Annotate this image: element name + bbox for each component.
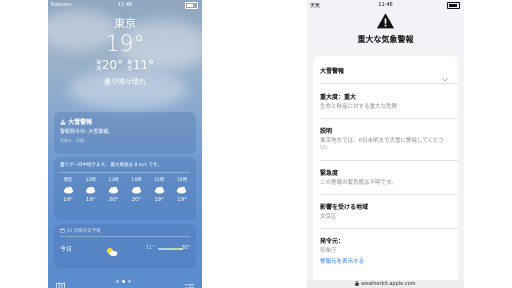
status-time: 11:46 — [117, 2, 133, 8]
hourly-summary: 曇りが一日中続きます。 最大風速は 8 m/s です。 — [60, 163, 162, 168]
urgency-text: この警報の緊急度は不明です。 — [320, 180, 397, 186]
severe-weather-alert-card[interactable]: 大雪警報 警報発令中: 大雪警報。 気象庁 · 詳細 — [54, 112, 196, 154]
divider — [60, 236, 190, 237]
status-bar: Rakuten 11:46 — [48, 1, 202, 10]
description-text: 東京地方では、6日未明まで大雪に警戒してください。 — [320, 138, 445, 151]
ten-day-forecast-card[interactable]: 10 日間天気予報 今日 11° 20° — [54, 224, 196, 268]
hourly-item: 16時 19° — [172, 177, 192, 203]
hourly-temperature: 19° — [154, 197, 165, 203]
hourly-item: 13時 20° — [104, 177, 124, 203]
url-bar[interactable]: weatherkit.apple.com — [307, 280, 464, 288]
forecast-high: 20° — [181, 245, 190, 251]
severity-row: 重大度：重大 生命と財産に対する重大な危険 — [320, 92, 451, 111]
alert-detail-screen: 天気 11:46 重大な気象警報 大雪警報 重大度：重大 生命と財産に対する重大… — [307, 0, 464, 288]
hourly-forecast-card[interactable]: 曇りが一日中続きます。 最大風速は 8 m/s です。 現在 19° 12時 19° 1… — [54, 157, 196, 220]
issuer-row: 発令元： 気象庁 警報元を表示する — [320, 236, 451, 265]
urgency-label: 緊急度 — [320, 170, 339, 177]
map-icon[interactable] — [56, 276, 65, 288]
alert-details-card: 大雪警報 重大度：重大 生命と財産に対する重大な危険 説明 東京地方では、6日未… — [313, 56, 458, 282]
lock-icon — [355, 281, 360, 286]
battery-icon — [447, 2, 460, 9]
cloud-icon — [172, 183, 192, 197]
battery-icon — [185, 2, 198, 9]
status-bar: 天気 11:46 — [307, 1, 464, 10]
forecast-header-text: 10 日間天気予報 — [66, 229, 101, 234]
partly-cloudy-icon — [106, 242, 118, 261]
cloud-icon — [104, 183, 124, 197]
alert-name: 大雪警報 — [320, 68, 345, 75]
issuer-text: 気象庁 — [320, 248, 337, 254]
forecast-row-today[interactable]: 今日 11° 20° — [60, 242, 190, 257]
page-dot — [128, 280, 131, 283]
page-indicator[interactable] — [116, 280, 131, 283]
divider — [320, 83, 458, 84]
list-icon[interactable] — [185, 277, 194, 288]
affected-area-label: 影響を受ける地域 — [320, 204, 369, 211]
status-time: 11:46 — [378, 2, 393, 8]
page-title: 重大な気象警報 — [357, 35, 414, 44]
hourly-temperature: 19° — [63, 197, 73, 203]
current-temperature: 19° — [105, 32, 145, 57]
high-temperature: 20° — [101, 58, 124, 72]
divider — [320, 194, 458, 195]
cloud-icon — [149, 183, 169, 197]
hourly-item: 15時 19° — [149, 177, 169, 203]
cloud-decoration — [68, 70, 188, 110]
high-low-temperatures: 最高20° 最低11° — [48, 58, 202, 72]
urgency-row: 緊急度 この警報の緊急度は不明です。 — [320, 168, 451, 187]
severity-label: 重大度：重大 — [320, 94, 357, 101]
warning-icon — [60, 119, 66, 125]
forecast-header: 10 日間天気予報 — [60, 228, 101, 234]
bottom-toolbar — [48, 274, 202, 288]
low-temperature: 11° — [132, 58, 155, 72]
temperature-range-bar — [158, 248, 183, 250]
hourly-item: 12時 19° — [81, 177, 101, 203]
hourly-temperature: 19° — [85, 197, 96, 203]
url-text: weatherkit.apple.com — [361, 281, 416, 287]
divider — [320, 160, 458, 161]
description-label: 説明 — [320, 128, 333, 135]
page-dot-active — [122, 280, 125, 283]
hourly-item: 14時 20° — [126, 177, 146, 203]
affected-area-row: 影響を受ける地域 文京区 — [320, 202, 451, 221]
divider — [320, 118, 458, 119]
severity-text: 生命と財産に対する重大な危険 — [320, 104, 398, 110]
hourly-item: 現在 19° — [58, 177, 78, 203]
hourly-temperature: 20° — [131, 197, 142, 203]
weather-app-screen: Rakuten 11:46 東京 19° 最高20° 最低11° 曇り時々晴れ … — [48, 0, 202, 288]
issuer-label: 発令元： — [320, 238, 345, 245]
cloud-icon — [126, 183, 146, 197]
weather-condition: 曇り時々晴れ — [104, 78, 146, 86]
cloud-icon — [81, 183, 101, 197]
alert-description: 警報発令中: 大雪警報。 — [60, 129, 114, 135]
calendar-icon — [60, 228, 65, 233]
cloud-icon — [58, 183, 78, 197]
hourly-temperature: 20° — [108, 197, 119, 203]
forecast-day: 今日 — [60, 246, 73, 253]
alert-title: 大雪警報 — [60, 117, 92, 126]
forecast-low: 11° — [146, 245, 155, 251]
divider — [320, 228, 458, 229]
city-name: 東京 — [114, 17, 136, 30]
divider — [60, 172, 190, 173]
description-row: 説明 東京地方では、6日未明まで大雪に警戒してください。 — [320, 126, 451, 152]
page-dot — [116, 280, 119, 283]
alert-title-text: 大雪警報 — [68, 119, 93, 126]
alert-source: 気象庁 · 詳細 — [60, 138, 84, 143]
affected-area-text: 文京区 — [320, 214, 337, 220]
hourly-list: 現在 19° 12時 19° 13時 20° 14時 20° 15時 19° 16時 19° — [58, 177, 192, 203]
view-source-link[interactable]: 警報元を表示する — [320, 257, 451, 265]
alert-name-row[interactable]: 大雪警報 — [320, 66, 451, 82]
hourly-temperature: 19° — [177, 197, 187, 203]
warning-icon — [377, 13, 394, 29]
